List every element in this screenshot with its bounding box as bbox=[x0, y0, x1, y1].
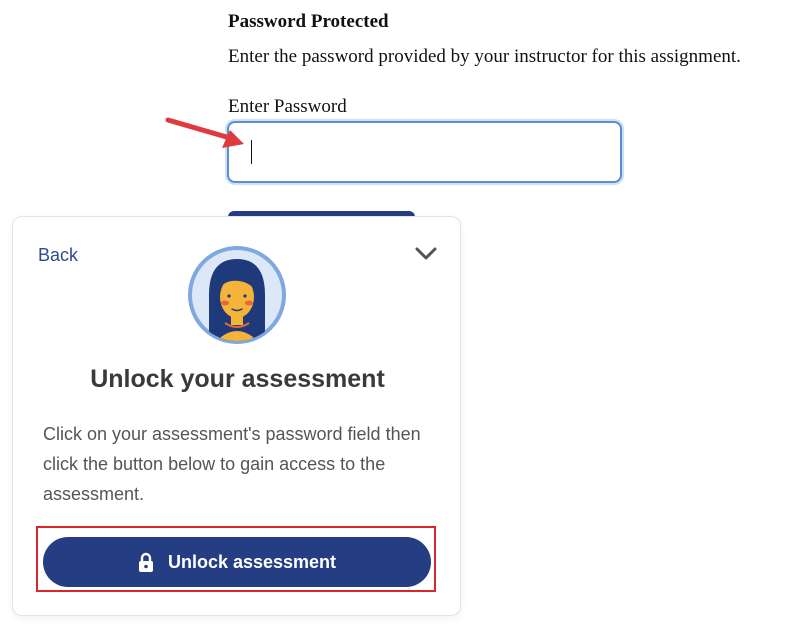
unlock-button-label: Unlock assessment bbox=[167, 551, 337, 572]
chevron-down-icon[interactable] bbox=[413, 243, 439, 263]
page-title: Password Protected bbox=[228, 11, 389, 32]
assignment-description: Enter the password provided by your inst… bbox=[228, 46, 741, 67]
lock-icon bbox=[138, 552, 153, 572]
panel-instructions: Click on your assessment's password fiel… bbox=[43, 424, 421, 504]
panel-headline: Unlock your assessment bbox=[90, 365, 385, 393]
unlock-assessment-button[interactable]: Unlock assessment bbox=[43, 537, 431, 587]
password-input[interactable] bbox=[227, 121, 622, 183]
helper-panel: Back Unlock your assessment Click on you… bbox=[12, 216, 461, 616]
back-link[interactable]: Back bbox=[38, 245, 78, 266]
assistant-avatar bbox=[188, 246, 286, 344]
pointer-arrow-icon bbox=[165, 117, 244, 148]
